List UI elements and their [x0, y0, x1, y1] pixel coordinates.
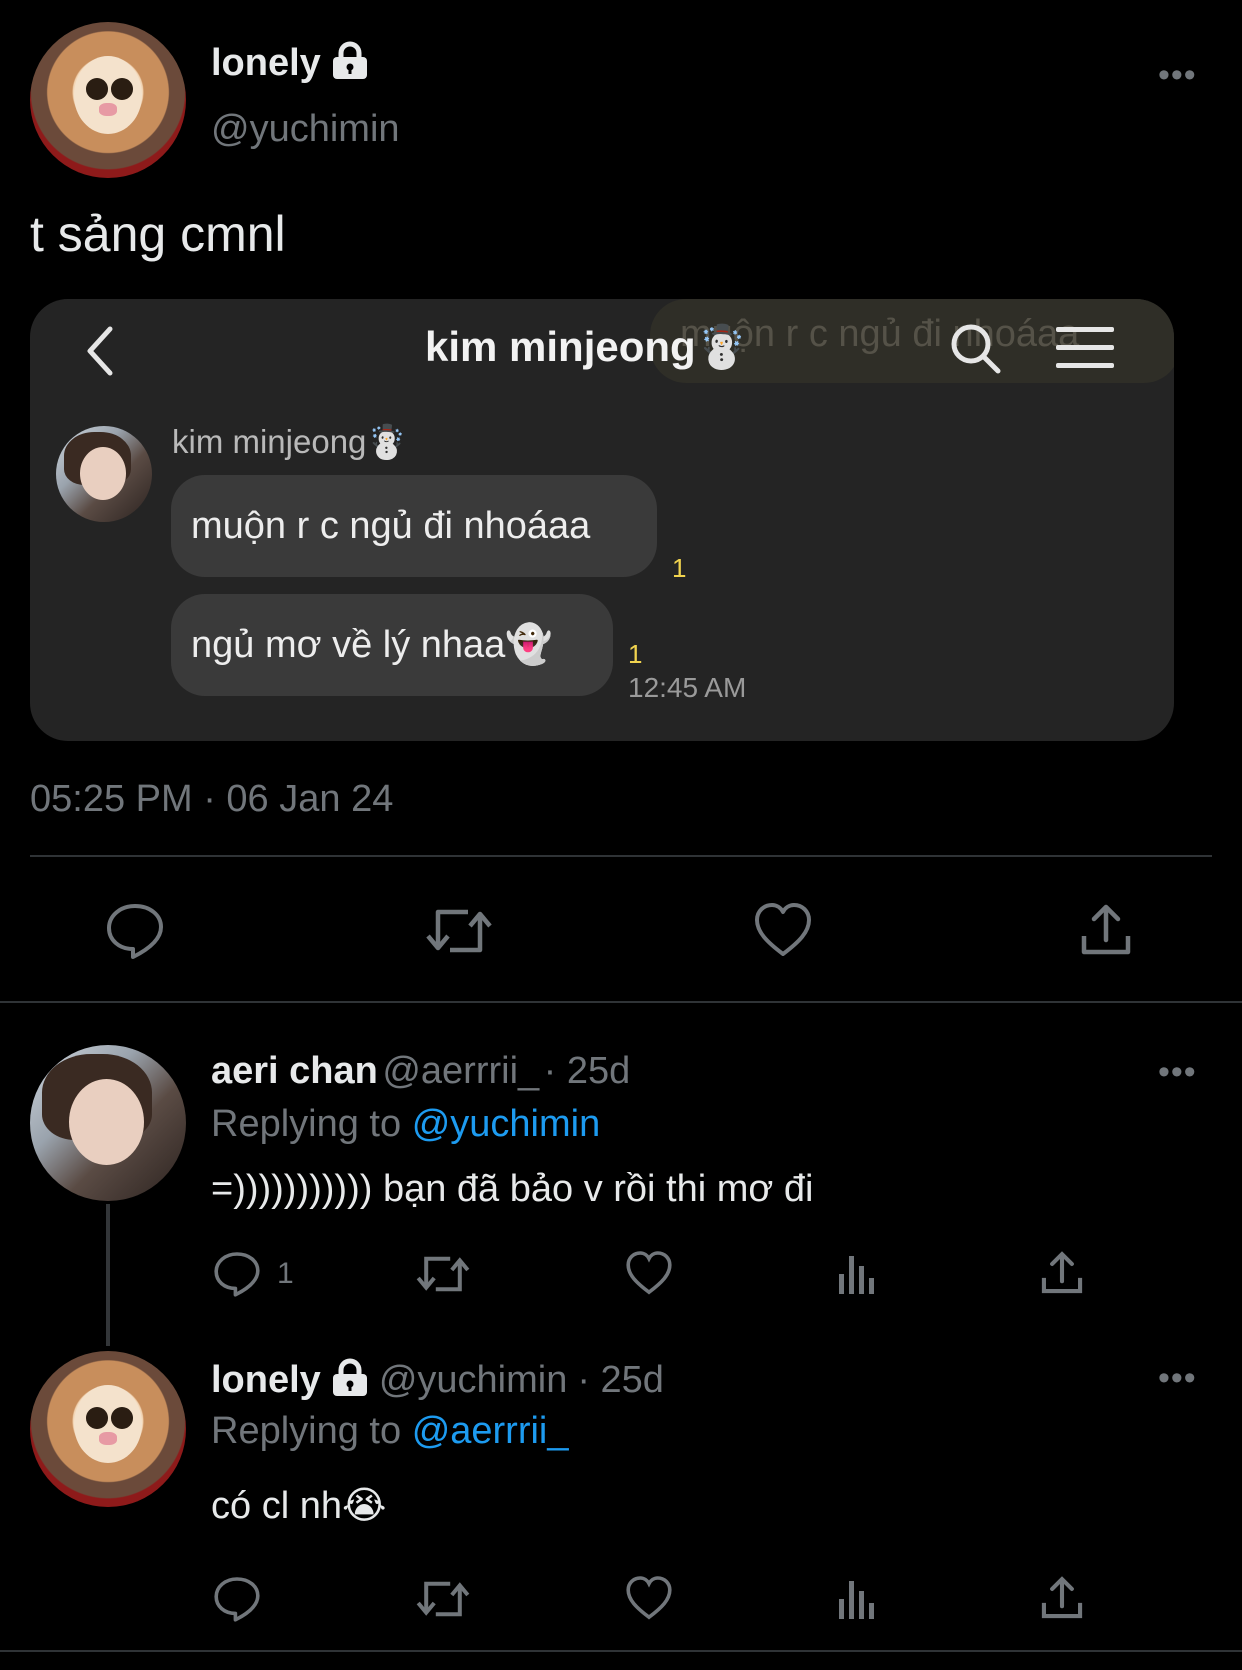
divider [30, 855, 1212, 857]
replying-to-label: Replying to [211, 1103, 402, 1145]
more-options-icon[interactable]: ••• [1158, 1359, 1197, 1398]
author-name-row: lonely [211, 40, 369, 86]
message-text: muộn r c ngủ đi nhoáaa [191, 505, 591, 547]
unread-count: 1 [672, 553, 687, 583]
author-name[interactable]: lonely [211, 42, 321, 85]
sender-name: kim minjeong☃️ [172, 423, 408, 460]
reply-icon [213, 1250, 261, 1298]
retweet-icon[interactable] [415, 1575, 471, 1623]
chat-title: kim minjeong☃️ [425, 323, 748, 370]
views-icon[interactable] [837, 1577, 877, 1621]
reply-text: =))))))))))) bạn đã bảo v rồi thi mơ đi [211, 1168, 814, 1210]
reply-header: lonely @yuchimin · 25d [211, 1358, 664, 1403]
message-time: 12:45 AM [628, 672, 747, 703]
message-bubble: muộn r c ngủ đi nhoáaa [171, 475, 657, 577]
like-icon[interactable] [625, 1250, 673, 1296]
author-avatar[interactable] [30, 22, 186, 178]
message-text: ngủ mơ về lý nhaa👻 [191, 624, 553, 666]
retweet-icon[interactable] [415, 1250, 471, 1298]
tweet-text: t sảng cmnl [30, 206, 286, 262]
unread-count: 1 [628, 639, 643, 669]
reply-avatar[interactable] [30, 1045, 186, 1201]
tweet-media-image[interactable]: muộn r c ngủ đi nhoáaa kim minjeong☃️ ki… [30, 299, 1174, 741]
replying-to-handle[interactable]: @yuchimin [412, 1103, 601, 1145]
sender-avatar [56, 426, 152, 522]
reply-count: 1 [277, 1257, 294, 1290]
share-icon[interactable] [1039, 1575, 1085, 1621]
divider [0, 1650, 1242, 1652]
replying-to-label: Replying to [211, 1410, 402, 1452]
share-icon[interactable] [1078, 902, 1134, 958]
reply-author-handle[interactable]: @aerrrii_ [382, 1050, 539, 1092]
author-handle[interactable]: @yuchimin [211, 108, 400, 151]
reply-icon[interactable] [213, 1575, 261, 1623]
reply-age: · 25d [577, 1359, 664, 1401]
reply-action-bar: 1 [211, 1250, 1091, 1300]
reply-author-handle[interactable]: @yuchimin [379, 1359, 568, 1402]
search-icon [948, 321, 1004, 377]
menu-icon [1056, 325, 1114, 371]
reply-icon[interactable] [105, 902, 165, 960]
reply-author-name[interactable]: lonely [211, 1359, 321, 1402]
replying-to-line: Replying to @yuchimin [211, 1103, 600, 1146]
back-chevron-icon [80, 321, 120, 381]
divider [0, 1001, 1242, 1003]
lock-icon [331, 41, 369, 86]
reply-author-name[interactable]: aeri chan [211, 1050, 378, 1092]
reply-text: có cl nh😭 [211, 1485, 387, 1527]
more-options-icon[interactable]: ••• [1158, 56, 1197, 95]
thread-connector [106, 1204, 110, 1346]
reply-header: aeri chan @aerrrii_ · 25d [211, 1050, 630, 1093]
reply-button[interactable]: 1 [213, 1250, 294, 1298]
reply-action-bar [211, 1575, 1091, 1625]
replying-to-line: Replying to @aerrrii_ [211, 1410, 569, 1453]
share-icon[interactable] [1039, 1250, 1085, 1296]
lock-icon [331, 1358, 369, 1403]
reply-age: · 25d [543, 1050, 631, 1092]
message-bubble: ngủ mơ về lý nhaa👻 [171, 594, 613, 696]
like-icon[interactable] [753, 902, 813, 958]
tweet-timestamp: 05:25 PM · 06 Jan 24 [30, 778, 394, 820]
reply-avatar[interactable] [30, 1351, 186, 1507]
views-icon[interactable] [837, 1252, 877, 1296]
more-options-icon[interactable]: ••• [1158, 1053, 1197, 1092]
like-icon[interactable] [625, 1575, 673, 1621]
replying-to-handle[interactable]: @aerrrii_ [412, 1410, 569, 1452]
retweet-icon[interactable] [424, 902, 494, 960]
